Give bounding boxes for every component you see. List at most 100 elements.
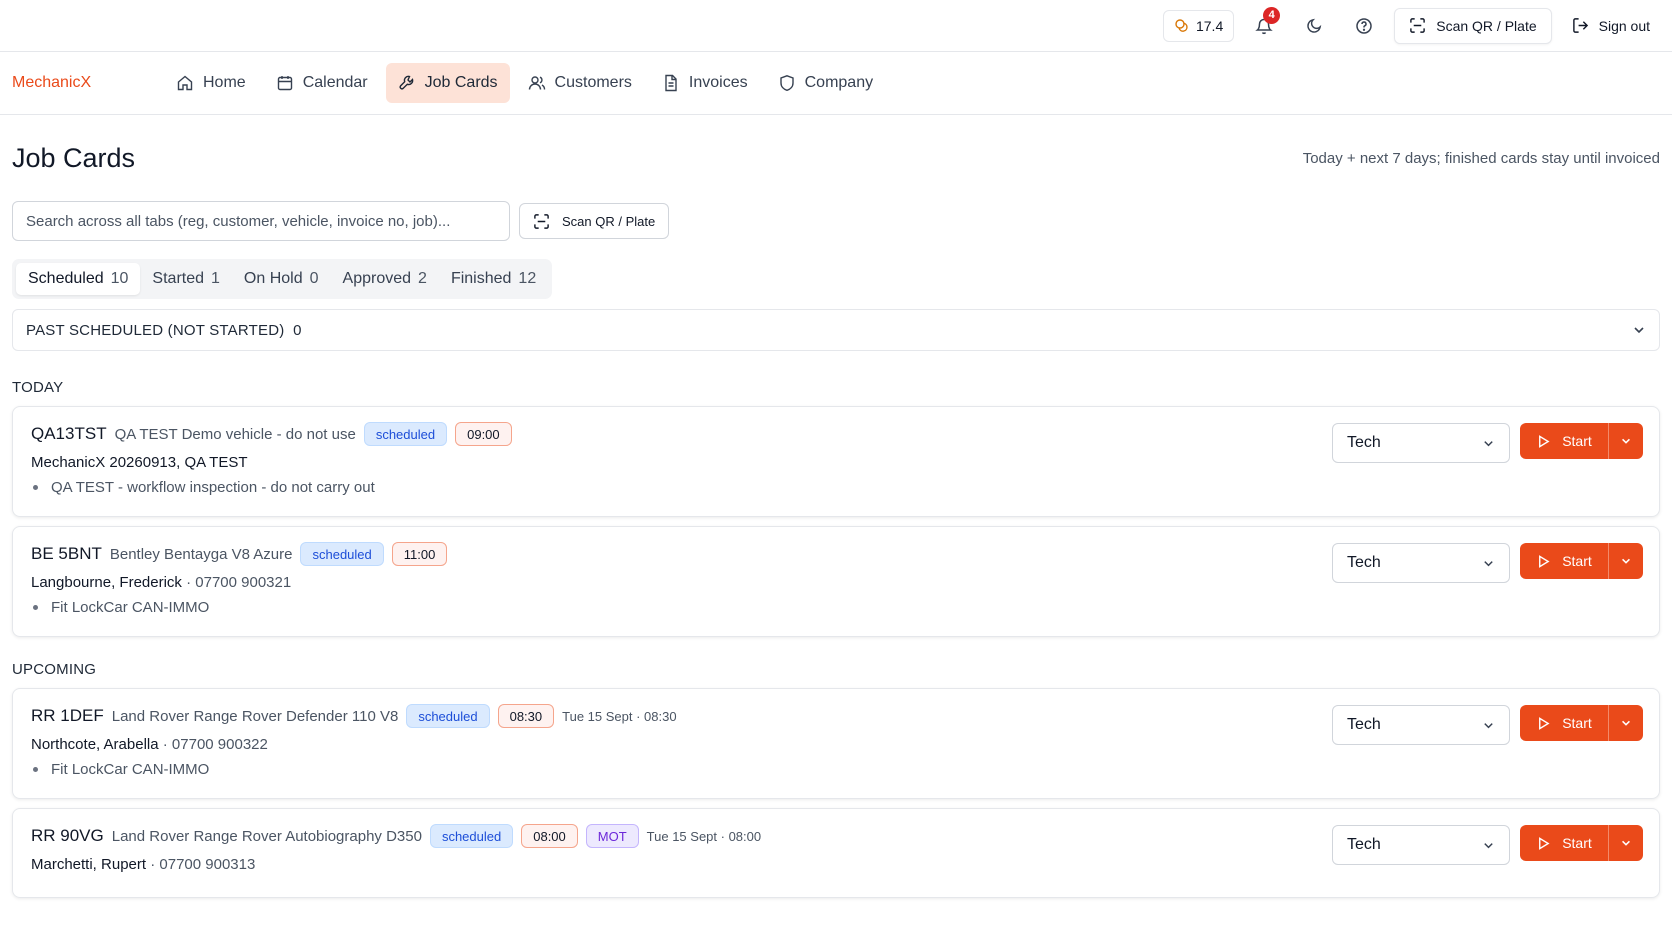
job-item: QA TEST - workflow inspection - do not c… bbox=[31, 479, 1641, 496]
status-badge: scheduled bbox=[300, 542, 384, 566]
tech-select-value: Tech bbox=[1347, 836, 1381, 853]
start-button[interactable]: Start bbox=[1520, 825, 1608, 861]
chevron-down-icon bbox=[1622, 438, 1630, 444]
main-navigation: MechanicX Home Calendar Job Cards Custom… bbox=[0, 52, 1672, 115]
page-note: Today + next 7 days; finished cards stay… bbox=[1302, 149, 1660, 167]
job-card[interactable]: RR 1DEF Land Rover Range Rover Defender … bbox=[12, 688, 1660, 799]
scan-qr-button[interactable]: Scan QR / Plate bbox=[519, 203, 670, 239]
top-scan-label: Scan QR / Plate bbox=[1436, 17, 1537, 34]
tech-select[interactable]: Tech bbox=[1332, 423, 1510, 463]
start-options-button[interactable] bbox=[1608, 705, 1643, 741]
start-options-button[interactable] bbox=[1608, 423, 1643, 459]
nav-item-calendar[interactable]: Calendar bbox=[264, 63, 380, 103]
bullet-icon bbox=[33, 485, 38, 490]
logout-icon bbox=[1572, 18, 1588, 33]
job-item: Fit LockCar CAN-IMMO bbox=[31, 761, 1641, 778]
customer-phone: · 07700 900321 bbox=[186, 574, 292, 591]
brand-logo[interactable]: MechanicX bbox=[12, 74, 164, 92]
nav-item-label: Company bbox=[804, 74, 874, 91]
tab-label: Approved bbox=[342, 270, 412, 287]
scan-icon bbox=[1410, 18, 1426, 33]
help-icon bbox=[1356, 17, 1372, 34]
search-input[interactable] bbox=[12, 201, 510, 241]
past-scheduled-label: PAST SCHEDULED (NOT STARTED) bbox=[26, 321, 285, 339]
start-button[interactable]: Start bbox=[1520, 543, 1608, 579]
job-card-reg: RR 90VG bbox=[31, 826, 104, 845]
nav-item-customers[interactable]: Customers bbox=[516, 63, 644, 103]
start-button-group: Start bbox=[1520, 825, 1643, 861]
chevron-down-icon bbox=[1484, 560, 1493, 566]
job-card-vehicle: Land Rover Range Rover Defender 110 V8 bbox=[111, 707, 399, 725]
job-card[interactable]: QA13TST QA TEST Demo vehicle - do not us… bbox=[12, 406, 1660, 517]
tab-label: On Hold bbox=[243, 270, 303, 287]
users-icon bbox=[528, 76, 545, 90]
moon-icon bbox=[1307, 18, 1321, 33]
job-card[interactable]: BE 5BNT Bentley Bentayga V8 Azure schedu… bbox=[12, 526, 1660, 637]
scheduled-datetime: Tue 15 Sept · 08:00 bbox=[646, 828, 762, 844]
dark-mode-toggle[interactable] bbox=[1294, 10, 1334, 42]
section-upcoming-label: UPCOMING bbox=[12, 661, 97, 678]
tab-approved[interactable]: Approved 2 bbox=[331, 263, 439, 295]
start-label: Start bbox=[1562, 553, 1592, 569]
past-scheduled-panel[interactable]: PAST SCHEDULED (NOT STARTED) 0 bbox=[12, 309, 1660, 351]
tab-label: Scheduled bbox=[28, 270, 104, 287]
start-button-group: Start bbox=[1520, 543, 1643, 579]
tech-select[interactable]: Tech bbox=[1332, 543, 1510, 583]
tab-on-hold[interactable]: On Hold 0 bbox=[232, 263, 331, 295]
status-badge: scheduled bbox=[363, 422, 448, 446]
start-label: Start bbox=[1562, 433, 1592, 449]
job-card-reg: BE 5BNT bbox=[31, 544, 102, 563]
chevron-down-icon bbox=[1484, 722, 1493, 728]
tab-started[interactable]: Started 1 bbox=[140, 263, 232, 295]
credits-indicator[interactable]: 17.4 bbox=[1162, 9, 1235, 42]
tech-select[interactable]: Tech bbox=[1332, 825, 1510, 865]
tab-count: 1 bbox=[211, 270, 220, 287]
page-header: Job Cards Today + next 7 days; finished … bbox=[12, 115, 1660, 201]
top-scan-qr-button[interactable]: Scan QR / Plate bbox=[1394, 7, 1552, 44]
start-button-group: Start bbox=[1520, 423, 1643, 459]
play-icon bbox=[1539, 716, 1550, 730]
nav-item-job-cards[interactable]: Job Cards bbox=[385, 63, 510, 103]
nav-item-company[interactable]: Company bbox=[766, 63, 885, 103]
bullet-icon bbox=[33, 605, 38, 610]
customer-name: Northcote, Arabella bbox=[31, 736, 159, 753]
nav-item-label: Calendar bbox=[302, 74, 368, 91]
job-card-reg: QA13TST bbox=[31, 424, 107, 443]
nav-item-home[interactable]: Home bbox=[164, 63, 258, 103]
job-card-reg: RR 1DEF bbox=[31, 706, 104, 725]
job-item-text: QA TEST - workflow inspection - do not c… bbox=[51, 479, 375, 496]
tech-select-value: Tech bbox=[1347, 434, 1381, 451]
scheduled-datetime: Tue 15 Sept · 08:30 bbox=[562, 708, 677, 724]
time-badge: 09:00 bbox=[455, 422, 512, 446]
shield-icon bbox=[779, 75, 794, 92]
start-button[interactable]: Start bbox=[1520, 423, 1608, 459]
job-item-text: Fit LockCar CAN-IMMO bbox=[51, 761, 210, 778]
customer-name: MechanicX 20260913, QA TEST bbox=[31, 454, 248, 471]
tech-select[interactable]: Tech bbox=[1332, 705, 1510, 745]
wrench-icon bbox=[399, 75, 413, 90]
start-options-button[interactable] bbox=[1608, 825, 1643, 861]
help-button[interactable] bbox=[1344, 10, 1384, 42]
tab-count: 0 bbox=[309, 270, 319, 287]
customer-name: Marchetti, Rupert bbox=[31, 856, 147, 873]
chevron-down-icon bbox=[1622, 840, 1630, 846]
tab-count: 10 bbox=[110, 270, 129, 287]
job-card-vehicle: QA TEST Demo vehicle - do not use bbox=[114, 425, 356, 443]
status-badge: scheduled bbox=[429, 824, 514, 848]
time-badge: 11:00 bbox=[391, 542, 448, 566]
scan-qr-label: Scan QR / Plate bbox=[562, 213, 656, 229]
scan-icon bbox=[534, 213, 549, 229]
nav-item-label: Job Cards bbox=[424, 74, 498, 91]
sign-out-button[interactable]: Sign out bbox=[1562, 8, 1660, 44]
nav-item-invoices[interactable]: Invoices bbox=[650, 63, 760, 103]
start-label: Start bbox=[1562, 835, 1592, 851]
job-card[interactable]: RR 90VG Land Rover Range Rover Autobiogr… bbox=[12, 808, 1660, 898]
notifications-badge: 4 bbox=[1263, 6, 1281, 24]
tab-finished[interactable]: Finished 12 bbox=[439, 263, 548, 295]
notifications-button[interactable]: 4 bbox=[1244, 6, 1284, 42]
start-options-button[interactable] bbox=[1608, 543, 1643, 579]
tab-scheduled[interactable]: Scheduled 10 bbox=[16, 263, 141, 295]
card-actions: Tech Start bbox=[1332, 705, 1643, 745]
tab-count: 2 bbox=[418, 270, 427, 287]
start-button[interactable]: Start bbox=[1520, 705, 1608, 741]
